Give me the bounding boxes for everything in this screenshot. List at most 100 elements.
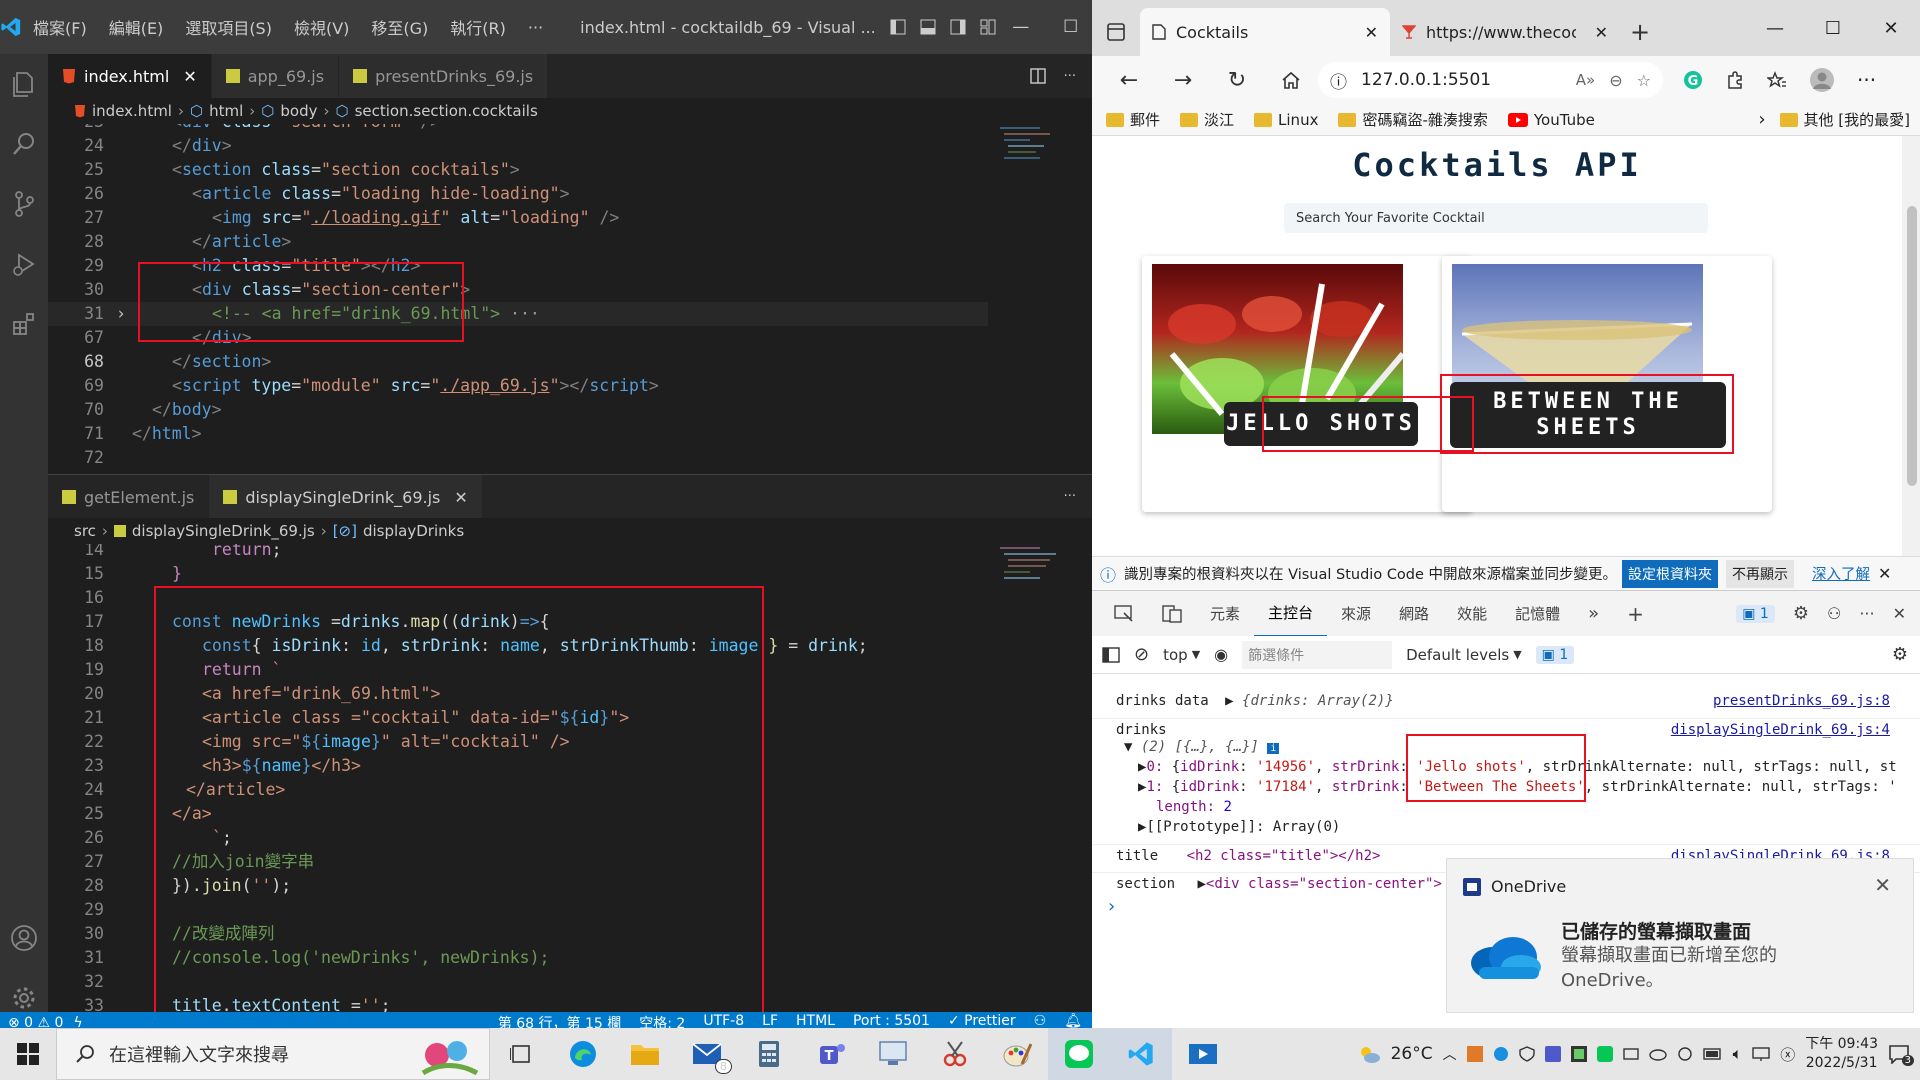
close-tab-icon[interactable]: ✕ bbox=[454, 488, 467, 507]
tray-app-icon[interactable] bbox=[1544, 1046, 1561, 1062]
maximize-icon[interactable]: ☐ bbox=[1804, 0, 1862, 56]
line-app-icon[interactable] bbox=[1048, 1028, 1110, 1080]
more-tabs-icon[interactable]: » bbox=[1574, 591, 1613, 637]
language-mode[interactable]: HTML bbox=[796, 1013, 835, 1028]
tab-memory[interactable]: 記憶體 bbox=[1501, 591, 1574, 637]
weather-icon[interactable] bbox=[1357, 1043, 1381, 1065]
customize-layout-icon[interactable] bbox=[980, 19, 996, 35]
maximize-icon[interactable]: ☐ bbox=[1046, 0, 1092, 54]
network-icon[interactable] bbox=[1752, 1046, 1770, 1062]
tray-app-icon[interactable] bbox=[1596, 1046, 1613, 1062]
more-actions-icon[interactable]: ··· bbox=[1064, 489, 1076, 504]
learn-more-link[interactable]: 深入了解 bbox=[1812, 563, 1870, 584]
tab-console[interactable]: 主控台 bbox=[1254, 591, 1328, 637]
eol[interactable]: LF bbox=[762, 1013, 778, 1028]
clock[interactable]: 下午 09:43 2022/5/31 bbox=[1805, 1035, 1878, 1073]
tray-app-icon[interactable] bbox=[1622, 1046, 1639, 1062]
breadcrumb-item[interactable]: section.section.cocktails bbox=[355, 102, 538, 120]
other-favorites[interactable]: 其他 [我的最愛] bbox=[1779, 109, 1910, 130]
toggle-panel-icon[interactable] bbox=[920, 19, 936, 35]
mail-icon[interactable]: 8 bbox=[676, 1028, 738, 1080]
temperature[interactable]: 26°C bbox=[1391, 1044, 1433, 1064]
indentation[interactable]: 空格: 2 bbox=[639, 1013, 685, 1028]
home-icon[interactable] bbox=[1264, 60, 1318, 100]
snipping-tool-icon[interactable] bbox=[924, 1028, 986, 1080]
dont-show-again-button[interactable]: 不再顯示 bbox=[1726, 559, 1795, 588]
menu-view[interactable]: 檢視(V) bbox=[283, 15, 360, 39]
ime-close-icon[interactable]: ⓧ bbox=[1780, 1044, 1795, 1065]
context-selector[interactable]: top ▼ bbox=[1163, 646, 1200, 664]
issues-badge[interactable]: ▣ 1 bbox=[1736, 604, 1775, 623]
more-options-icon[interactable]: ··· bbox=[1859, 604, 1874, 623]
paint-icon[interactable] bbox=[986, 1028, 1048, 1080]
tab-sources[interactable]: 來源 bbox=[1327, 591, 1385, 637]
explorer-icon[interactable] bbox=[0, 54, 48, 114]
set-root-folder-button[interactable]: 設定根資料夾 bbox=[1622, 559, 1719, 588]
source-link[interactable]: presentDrinks_69.js:8 bbox=[1713, 690, 1890, 712]
console-filter-input[interactable]: 篩選條件 bbox=[1242, 640, 1393, 669]
more-actions-icon[interactable]: ··· bbox=[1064, 69, 1076, 84]
onedrive-toast[interactable]: OneDrive ✕ 已儲存的螢幕擷取畫面 螢幕擷取畫面已新增至您的 OneDr… bbox=[1446, 858, 1914, 1013]
close-icon[interactable]: ✕ bbox=[1874, 873, 1891, 897]
zoom-out-icon[interactable]: ⊖ bbox=[1609, 71, 1622, 90]
cocktail-search-input[interactable]: Search Your Favorite Cocktail bbox=[1284, 203, 1708, 233]
run-debug-icon[interactable] bbox=[0, 234, 48, 294]
tray-app-icon[interactable] bbox=[1466, 1046, 1483, 1062]
settings-more-icon[interactable]: ··· bbox=[1857, 68, 1876, 92]
split-editor-icon[interactable] bbox=[1029, 68, 1046, 84]
breadcrumb-item[interactable]: index.html bbox=[92, 102, 172, 120]
editor-top[interactable]: 23<div class="search-form" /> 24</div> 2… bbox=[48, 124, 1092, 466]
favorite-password[interactable]: 密碼竊盜-雜湊搜索 bbox=[1338, 109, 1488, 130]
tray-app-icon[interactable] bbox=[1677, 1046, 1693, 1062]
browser-tab-thecocktaildb[interactable]: https://www.thecocktaildb ✕ bbox=[1390, 8, 1620, 56]
menu-run[interactable]: 執行(R) bbox=[439, 15, 517, 39]
favorite-linux[interactable]: Linux bbox=[1254, 111, 1318, 129]
address-bar[interactable]: ⓘ 127.0.0.1:5501 A» ⊖ ☆ bbox=[1318, 62, 1663, 98]
breadcrumb-item[interactable]: src bbox=[74, 522, 96, 540]
tab-actions-icon[interactable] bbox=[1092, 8, 1140, 56]
shield-icon[interactable] bbox=[1518, 1046, 1535, 1062]
encoding[interactable]: UTF-8 bbox=[703, 1013, 744, 1028]
devtools-settings-icon[interactable]: ⚙ bbox=[1793, 603, 1809, 624]
cloud-icon[interactable] bbox=[1648, 1047, 1667, 1061]
notification-center-icon[interactable]: 3 bbox=[1888, 1044, 1914, 1066]
menu-go[interactable]: 移至(G) bbox=[360, 15, 439, 39]
tab-presentdrinks-js[interactable]: presentDrinks_69.js bbox=[339, 54, 549, 98]
grammarly-icon[interactable]: G bbox=[1683, 70, 1703, 90]
forward-arrow-icon[interactable]: → bbox=[1156, 60, 1210, 100]
clear-console-icon[interactable]: ⊘ bbox=[1134, 644, 1149, 665]
vscode-taskbar-icon[interactable] bbox=[1110, 1028, 1172, 1080]
tab-index-html[interactable]: index.html ✕ bbox=[48, 54, 212, 98]
live-expression-eye-icon[interactable]: ◉ bbox=[1214, 645, 1228, 664]
cocktail-card[interactable]: JELLO SHOTS bbox=[1142, 256, 1472, 512]
info-icon[interactable]: ⓘ bbox=[1330, 68, 1347, 93]
favorite-youtube[interactable]: YouTube bbox=[1507, 111, 1595, 129]
accounts-icon[interactable] bbox=[0, 908, 48, 968]
menu-more[interactable]: ··· bbox=[517, 18, 554, 37]
cursor-position[interactable]: 第 68 行，第 15 欄 bbox=[498, 1013, 621, 1028]
close-tab-icon[interactable]: ✕ bbox=[183, 67, 196, 86]
console-settings-icon[interactable]: ⚙ bbox=[1892, 644, 1908, 665]
new-tab-button[interactable]: + bbox=[1620, 8, 1660, 56]
tab-performance[interactable]: 效能 bbox=[1443, 591, 1501, 637]
favorite-mail[interactable]: 郵件 bbox=[1106, 109, 1160, 130]
close-tab-icon[interactable]: ✕ bbox=[1595, 23, 1608, 42]
fold-chevron-icon[interactable]: › bbox=[116, 302, 126, 326]
problems-indicator[interactable]: ⊗ 0 ⚠ 0 bbox=[8, 1015, 63, 1028]
tray-app-icon[interactable] bbox=[1570, 1046, 1587, 1062]
tab-network[interactable]: 網路 bbox=[1385, 591, 1443, 637]
bell-icon[interactable]: 🔔︎ bbox=[1064, 1013, 1082, 1028]
console-prototype[interactable]: ▶[[Prototype]]: Array(0) bbox=[1092, 816, 1920, 838]
add-tab-icon[interactable]: + bbox=[1613, 591, 1658, 637]
sidebar-toggle-icon[interactable] bbox=[1102, 646, 1120, 663]
tab-getelement-js[interactable]: getElement.js bbox=[48, 475, 210, 519]
breadcrumb-item[interactable]: displayDrinks bbox=[363, 522, 464, 540]
prettier-status[interactable]: ✓ Prettier bbox=[948, 1013, 1016, 1028]
close-devtools-icon[interactable]: ✕ bbox=[1893, 604, 1906, 623]
extensions-puzzle-icon[interactable] bbox=[1725, 70, 1745, 90]
log-levels-dropdown[interactable]: Default levels ▼ bbox=[1406, 646, 1522, 664]
read-aloud-icon[interactable]: A» bbox=[1576, 71, 1595, 89]
remote-desktop-icon[interactable] bbox=[862, 1028, 924, 1080]
browser-tab-cocktails[interactable]: Cocktails ✕ bbox=[1140, 8, 1390, 56]
minimap[interactable] bbox=[1000, 544, 1072, 624]
